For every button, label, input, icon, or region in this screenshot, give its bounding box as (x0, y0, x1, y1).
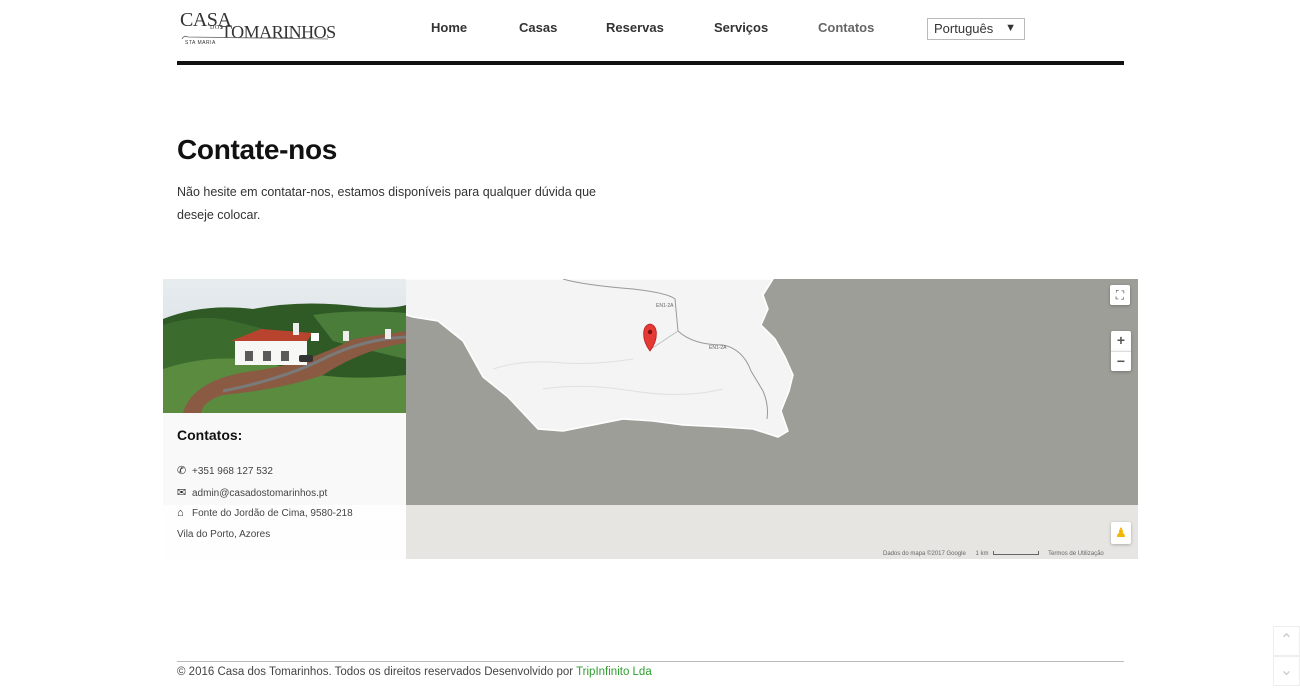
dropdown-arrow-icon: ▼ (1005, 22, 1016, 34)
road-label: EN1-2A (709, 345, 727, 351)
contact-address: ⌂ Fonte do Jordão de Cima, 9580-218 (177, 507, 353, 519)
map-attribution: Dados do mapa ©2017 Google 1 km Termos d… (883, 551, 1104, 557)
map-data-credit: Dados do mapa ©2017 Google (883, 551, 966, 557)
scroll-up-chevron-icon[interactable]: ⌃ (1273, 626, 1300, 656)
contact-email[interactable]: ✉ admin@casadostomarinhos.pt (177, 486, 327, 499)
map-section: EN1-2A EN1-2A ⛶ + − ♟ Dados do mapa ©201… (163, 279, 1138, 559)
language-value: Português (934, 21, 994, 36)
map-terms-link[interactable]: Termos de Utilização (1048, 551, 1104, 557)
envelope-icon: ✉ (177, 487, 187, 499)
email-text: admin@casadostomarinhos.pt (192, 488, 328, 499)
contacts-heading: Contatos: (177, 427, 243, 443)
page-title: Contate-nos (177, 134, 338, 165)
address-line-1: Fonte do Jordão de Cima, 9580-218 (192, 508, 353, 519)
scroll-down-chevron-icon[interactable]: ⌄ (1273, 656, 1300, 686)
map-scale-bar (992, 551, 1039, 556)
contact-address-line-2: Vila do Porto, Azores (177, 529, 271, 540)
nav-home[interactable]: Home (431, 20, 467, 35)
footer-divider (177, 661, 1124, 662)
phone-icon: ✆ (177, 465, 187, 477)
site-header: CASA DOS TOMARINHOS STA MARIA Home Casas… (177, 0, 1124, 66)
map-fullscreen-button[interactable]: ⛶ (1110, 285, 1130, 305)
map-scale-label: 1 km (975, 551, 989, 557)
map-zoom-out-button[interactable]: − (1111, 351, 1131, 371)
phone-text: +351 968 127 532 (192, 466, 273, 477)
logo-sta-maria: STA MARIA (185, 40, 216, 46)
contact-phone[interactable]: ✆ +351 968 127 532 (177, 464, 273, 477)
map-zoom-in-button[interactable]: + (1111, 331, 1131, 351)
road-label: EN1-2A (656, 303, 674, 309)
site-logo[interactable]: CASA DOS TOMARINHOS STA MARIA (180, 9, 336, 49)
footer-text: © 2016 Casa dos Tomarinhos. Todos os dir… (177, 666, 652, 678)
street-view-pegman-icon[interactable]: ♟ (1111, 522, 1131, 544)
intro-text: Não hesite em contatar-nos, estamos disp… (177, 185, 597, 222)
copyright-text: © 2016 Casa dos Tomarinhos. Todos os dir… (177, 666, 574, 678)
home-icon: ⌂ (177, 507, 184, 519)
nav-reservas[interactable]: Reservas (606, 20, 664, 35)
nav-casas[interactable]: Casas (519, 20, 557, 35)
nav-servicos[interactable]: Serviços (714, 20, 768, 35)
header-divider (177, 61, 1124, 65)
house-photo (163, 279, 406, 413)
contact-panel: Contatos: ✆ +351 968 127 532 ✉ admin@casad… (163, 279, 406, 559)
language-select[interactable]: Português ▼ (927, 18, 1025, 40)
nav-contatos[interactable]: Contatos (818, 20, 874, 35)
developer-link[interactable]: TripInfinito Lda (576, 666, 652, 678)
